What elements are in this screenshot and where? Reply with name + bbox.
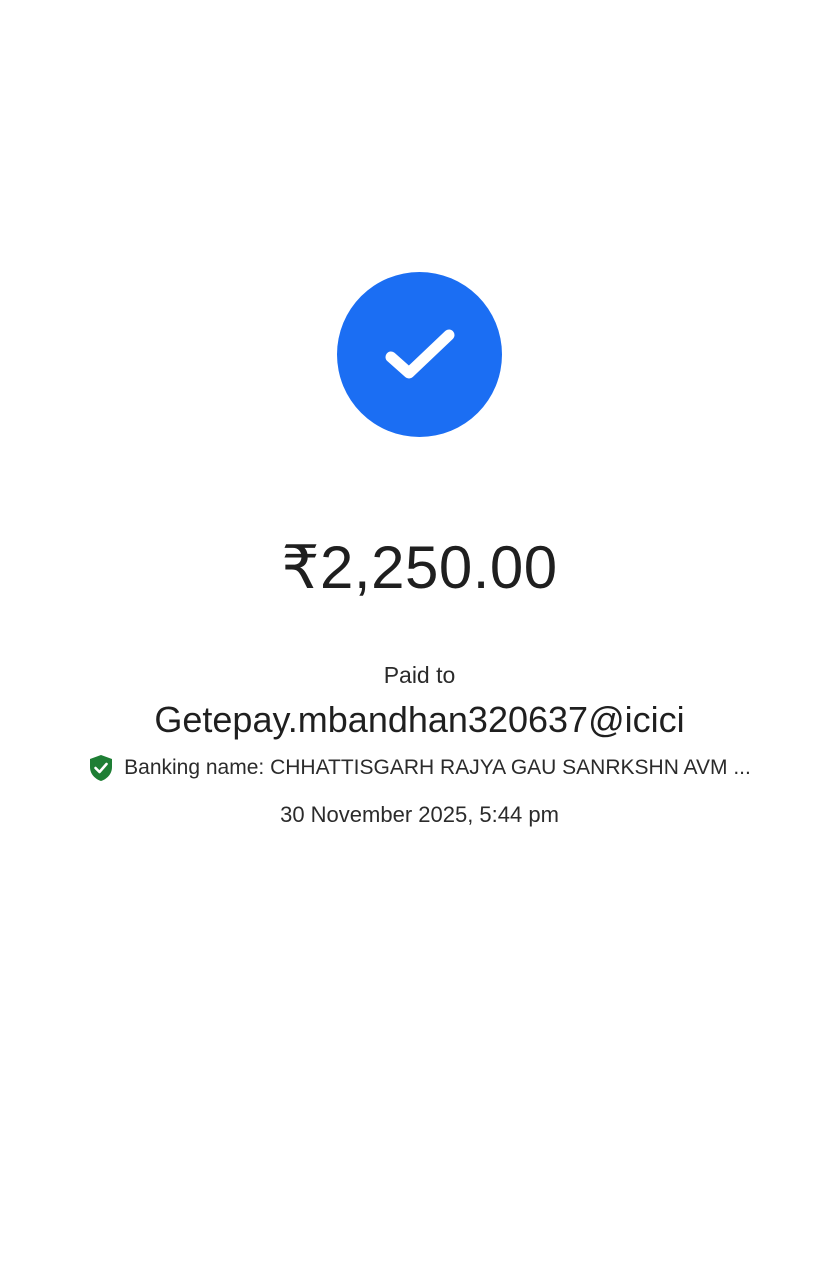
verified-shield-icon bbox=[88, 754, 114, 782]
banking-name-text: Banking name: CHHATTISGARH RAJYA GAU SAN… bbox=[124, 756, 751, 779]
success-badge bbox=[337, 272, 502, 437]
payment-datetime: 30 November 2025, 5:44 pm bbox=[280, 802, 559, 827]
payment-amount: ₹2,250.00 bbox=[281, 534, 558, 601]
paid-to-label: Paid to bbox=[383, 662, 456, 688]
payment-success-screen: ₹2,250.00 Paid to Getepay.mbandhan320637… bbox=[0, 0, 839, 1280]
checkmark-icon bbox=[385, 329, 454, 378]
banking-name-row: Banking name: CHHATTISGARH RAJYA GAU SAN… bbox=[0, 753, 839, 783]
payee-upi-id: Getepay.mbandhan320637@icici bbox=[154, 699, 685, 740]
